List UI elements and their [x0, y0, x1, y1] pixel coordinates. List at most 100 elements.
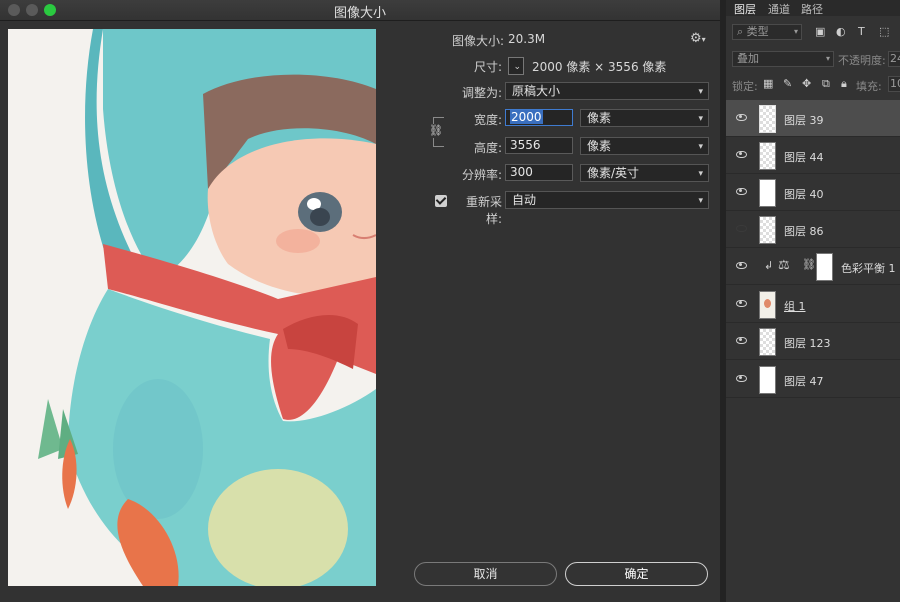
layer-thumbnail — [759, 291, 776, 319]
chevron-down-icon: ⌄ — [513, 62, 521, 72]
layer-thumbnail — [759, 179, 776, 207]
clipping-arrow-icon: ↲ — [764, 259, 774, 272]
eye-icon[interactable] — [736, 337, 747, 344]
resolution-unit-dropdown[interactable]: 像素/英寸 ▾ — [580, 164, 709, 182]
height-unit-dropdown[interactable]: 像素 ▾ — [580, 137, 709, 155]
layer-row[interactable]: 图层 86 — [726, 211, 900, 248]
chevron-down-icon: ▾ — [698, 169, 703, 179]
fit-to-value: 原稿大小 — [512, 84, 561, 98]
layer-thumbnail — [759, 328, 776, 356]
dialog-title: 图像大小 — [333, 6, 386, 21]
tab-layers[interactable]: 图层 — [734, 1, 756, 17]
lock-brush-icon[interactable]: ✎ — [783, 77, 792, 90]
opacity-input[interactable]: 24 — [888, 51, 900, 67]
search-icon: ⌕ — [737, 25, 744, 38]
resolution-input[interactable]: 300 — [505, 164, 573, 181]
lock-all-icon[interactable]: 🔒︎ — [841, 77, 847, 91]
lock-transparent-icon[interactable]: ▦ — [763, 77, 773, 90]
layer-thumbnail — [759, 142, 776, 170]
panel-tabs: 图层 通道 路径 — [726, 0, 900, 16]
layer-row[interactable]: 图层 39 — [726, 100, 900, 137]
chevron-down-icon: ▾ — [698, 114, 703, 124]
layer-row[interactable]: 组 1 — [726, 286, 900, 323]
tab-paths[interactable]: 路径 — [801, 1, 823, 17]
layer-mask-thumbnail[interactable] — [816, 253, 833, 281]
layer-name: 图层 86 — [784, 225, 824, 238]
layer-name: 图层 47 — [784, 375, 824, 388]
width-label: 宽度: — [473, 113, 502, 127]
height-unit-value: 像素 — [587, 139, 612, 153]
fill-label: 填充: — [856, 80, 882, 93]
eye-icon[interactable] — [736, 262, 747, 269]
link-icon: ⛓ — [802, 258, 816, 271]
layer-name: 组 1 — [784, 300, 806, 313]
layer-thumbnail — [759, 216, 776, 244]
group-preview-mark — [764, 299, 771, 308]
title-bar: 图像大小 — [0, 0, 720, 21]
width-unit-dropdown[interactable]: 像素 ▾ — [580, 109, 709, 127]
image-size-dialog: 图像大小 图像大小: 20.3M ⚙▾ 尺寸: ⌄ 2000 像素 × 3556… — [0, 0, 720, 602]
dimensions-value: 2000 像素 × 3556 像素 — [532, 60, 667, 74]
width-value: 2000 — [510, 110, 543, 124]
resample-checkbox[interactable] — [435, 195, 447, 207]
fit-to-label: 调整为: — [461, 86, 502, 100]
layer-row[interactable]: 图层 40 — [726, 174, 900, 211]
height-input[interactable]: 3556 — [505, 137, 573, 154]
width-unit-value: 像素 — [587, 111, 612, 125]
layer-kind-filter[interactable]: ⌕ 类型 ▾ — [732, 24, 802, 40]
height-label: 高度: — [473, 141, 502, 155]
link-chain-icon[interactable]: ⛓ — [429, 124, 443, 138]
image-size-value: 20.3M — [508, 32, 546, 46]
color-balance-icon: ⚖ — [778, 258, 790, 273]
dimensions-label: 尺寸: — [473, 60, 502, 74]
blend-mode-dropdown[interactable]: 叠加 ▾ — [732, 51, 834, 67]
tab-channels[interactable]: 通道 — [768, 1, 790, 17]
chevron-down-icon: ▾ — [698, 142, 703, 152]
chevron-down-icon: ▾ — [793, 27, 798, 36]
width-input[interactable]: 2000 — [505, 109, 573, 126]
chevron-down-icon: ▾ — [825, 54, 830, 63]
type-filter-icon[interactable]: T — [858, 25, 865, 38]
layer-thumbnail — [759, 105, 776, 133]
lock-artboard-icon[interactable]: ⧉ — [822, 77, 830, 91]
adjustment-filter-icon[interactable]: ◐ — [836, 25, 846, 38]
layer-name: 图层 39 — [784, 114, 824, 127]
layer-name: 色彩平衡 1 — [841, 262, 896, 275]
fit-to-dropdown[interactable]: 原稿大小 ▾ — [505, 82, 709, 100]
layer-name: 图层 44 — [784, 151, 824, 164]
image-filter-icon[interactable]: ▣ — [815, 25, 825, 38]
image-preview[interactable] — [8, 29, 376, 586]
lock-position-icon[interactable]: ✥ — [802, 77, 811, 90]
layer-thumbnail — [759, 366, 776, 394]
eye-icon[interactable] — [736, 188, 747, 195]
resample-value: 自动 — [512, 193, 537, 207]
eye-icon[interactable] — [736, 114, 747, 121]
gear-icon[interactable]: ⚙▾ — [690, 31, 706, 46]
eye-icon[interactable] — [736, 300, 747, 307]
resample-label: 重新采样: — [465, 195, 502, 226]
fill-input[interactable]: 10 — [888, 76, 900, 92]
chevron-down-icon: ▾ — [698, 87, 703, 97]
shape-filter-icon[interactable]: ⬚ — [879, 25, 889, 38]
layer-row[interactable]: 图层 123 — [726, 323, 900, 360]
blend-mode-value: 叠加 — [737, 52, 759, 65]
dimensions-unit-dropdown[interactable]: ⌄ — [508, 57, 524, 75]
layer-row[interactable]: 图层 44 — [726, 137, 900, 174]
resolution-label: 分辨率: — [461, 168, 502, 182]
cancel-button[interactable]: 取消 — [414, 562, 557, 586]
resolution-unit-value: 像素/英寸 — [587, 166, 640, 180]
preview-illustration — [8, 29, 376, 586]
resample-dropdown[interactable]: 自动 ▾ — [505, 191, 709, 209]
eye-icon[interactable] — [736, 225, 747, 232]
ok-button[interactable]: 确定 — [565, 562, 708, 586]
layers-panel: 图层 通道 路径 ⌕ 类型▾ ▣ ◐ T ⬚ 叠加▾ 不透明度: 24 锁定: … — [726, 0, 900, 602]
layer-name: 图层 123 — [784, 337, 831, 350]
lock-label: 锁定: — [732, 80, 758, 93]
layer-name: 图层 40 — [784, 188, 824, 201]
opacity-label: 不透明度: — [838, 54, 886, 67]
eye-icon[interactable] — [736, 151, 747, 158]
chevron-down-icon: ▾ — [698, 196, 703, 206]
layer-row[interactable]: ↲ ⚖ ⛓ 色彩平衡 1 — [726, 248, 900, 285]
eye-icon[interactable] — [736, 375, 747, 382]
layer-row[interactable]: 图层 47 — [726, 361, 900, 398]
